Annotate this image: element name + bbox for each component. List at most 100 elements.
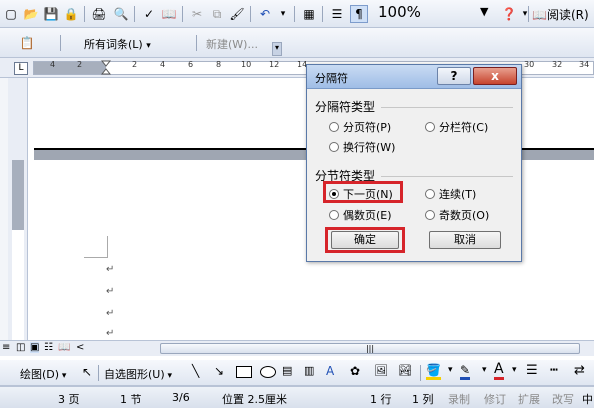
- next-page-option[interactable]: 下一页(N): [329, 186, 393, 202]
- ruler-tick: 10: [241, 60, 252, 69]
- save-icon[interactable]: 💾: [42, 5, 60, 23]
- oval-icon[interactable]: [260, 366, 276, 378]
- ruler-tick: 2: [132, 60, 138, 69]
- separator: [60, 35, 61, 51]
- chevron-down-icon[interactable]: ▾: [448, 365, 453, 375]
- vertical-text-box-icon[interactable]: ▥: [304, 364, 314, 377]
- radio-icon: [329, 142, 339, 152]
- undo-icon[interactable]: ↶: [256, 5, 274, 23]
- autoshapes-button[interactable]: 自选图形(U) ▾: [104, 366, 172, 382]
- chevron-down-icon: ▾: [146, 41, 151, 51]
- cancel-button[interactable]: 取消: [429, 231, 501, 249]
- continuous-option[interactable]: 连续(T): [425, 186, 476, 202]
- diagram-icon[interactable]: ✿: [350, 364, 360, 378]
- tab-selector-icon[interactable]: L: [14, 62, 28, 75]
- ok-button[interactable]: 确定: [331, 231, 399, 249]
- separator: [182, 6, 183, 22]
- margin-corner-mark: [84, 236, 108, 258]
- even-page-option[interactable]: 偶数页(E): [329, 207, 392, 223]
- group-divider: [381, 176, 513, 177]
- scroll-thumb[interactable]: |||: [160, 343, 580, 354]
- draw-menu-button[interactable]: 绘图(D) ▾: [20, 366, 66, 382]
- arrow-style-icon[interactable]: ⇄: [574, 363, 585, 378]
- permission-icon[interactable]: 🔒: [62, 5, 80, 23]
- separator: [98, 365, 99, 381]
- picture-icon[interactable]: 🏞: [398, 364, 412, 377]
- horizontal-scrollbar[interactable]: ≡ ◫ ▣ ☷ 📖 < |||: [0, 340, 594, 356]
- status-record[interactable]: 录制: [448, 391, 470, 407]
- select-pointer-icon[interactable]: ↖: [82, 365, 92, 379]
- columns-icon[interactable]: ☰: [328, 5, 346, 23]
- break-dialog: 分隔符 ? x 分隔符类型 分页符(P) 分栏符(C) 换行符(W) 分节符类型…: [306, 64, 522, 262]
- print-icon[interactable]: 🖨: [90, 5, 108, 23]
- read-button[interactable]: 📖阅读(R): [532, 6, 589, 23]
- wordart-icon[interactable]: A: [326, 364, 334, 378]
- separator: [294, 6, 295, 22]
- chevron-down-icon[interactable]: ▾: [482, 365, 487, 375]
- zoom-select[interactable]: 100% ▼: [374, 3, 494, 23]
- close-button[interactable]: x: [473, 67, 517, 85]
- scroll-left-icon[interactable]: <: [76, 342, 84, 353]
- line-color-icon[interactable]: ✎: [460, 363, 471, 380]
- clip-art-icon[interactable]: 🖼: [374, 364, 388, 377]
- group-divider: [381, 107, 513, 108]
- rectangle-icon[interactable]: [236, 366, 252, 378]
- ruler-tick: 6: [188, 60, 194, 69]
- print-layout-icon[interactable]: ▣: [30, 342, 40, 353]
- autotext-icon[interactable]: 📋: [18, 34, 36, 52]
- web-view-icon[interactable]: ◫: [16, 342, 25, 353]
- read-label: 阅读(R): [546, 8, 589, 22]
- normal-view-icon[interactable]: ≡: [2, 342, 10, 353]
- ruler-tick: 32: [552, 60, 563, 69]
- fill-color-icon[interactable]: 🪣: [426, 363, 441, 380]
- table-icon[interactable]: ▦: [300, 5, 318, 23]
- dash-style-icon[interactable]: ┅: [550, 363, 558, 378]
- break-types-label: 分隔符类型: [315, 100, 376, 114]
- indent-marker-icon[interactable]: [100, 60, 112, 76]
- left-strip: [0, 78, 8, 340]
- status-page: 3 页: [58, 393, 80, 406]
- status-track-changes[interactable]: 修订: [484, 391, 506, 407]
- show-hide-icon[interactable]: ¶: [350, 5, 368, 23]
- open-folder-icon[interactable]: 📂: [22, 5, 40, 23]
- print-preview-icon[interactable]: 🔍: [112, 5, 130, 23]
- vertical-ruler-track: [12, 230, 24, 340]
- line-icon[interactable]: ╲: [192, 364, 199, 378]
- arrow-icon[interactable]: ↘: [214, 364, 224, 378]
- text-wrap-break-option[interactable]: 换行符(W): [329, 139, 395, 155]
- copy-icon[interactable]: ⧉: [208, 5, 226, 23]
- chevron-down-icon: ▾: [164, 371, 173, 381]
- column-break-label: 分栏符(C): [439, 121, 489, 134]
- paragraph-mark-icon: ↵: [106, 328, 115, 339]
- chevron-down-icon[interactable]: ▾: [512, 365, 517, 375]
- status-overtype[interactable]: 改写: [552, 391, 574, 407]
- column-break-option[interactable]: 分栏符(C): [425, 119, 488, 135]
- spelling-icon[interactable]: ✓: [140, 5, 158, 23]
- font-color-icon[interactable]: A: [494, 361, 504, 380]
- new-entry-button[interactable]: 新建(W)...: [206, 36, 258, 52]
- separator: [84, 6, 85, 22]
- reading-view-icon[interactable]: 📖: [58, 342, 70, 353]
- undo-dropdown-icon[interactable]: ▾: [274, 5, 292, 23]
- line-style-icon[interactable]: ☰: [526, 363, 538, 378]
- new-document-icon[interactable]: ▢: [2, 5, 20, 23]
- format-painter-icon[interactable]: 🖌: [228, 5, 246, 23]
- odd-page-option[interactable]: 奇数页(O): [425, 207, 489, 223]
- ruler-tick: 4: [50, 60, 56, 69]
- page-break-option[interactable]: 分页符(P): [329, 119, 391, 135]
- all-entries-button[interactable]: 所有词条(L) ▾: [84, 36, 151, 52]
- cut-icon[interactable]: ✂: [188, 5, 206, 23]
- chevron-down-icon: ▼: [480, 5, 489, 18]
- ruler-margin: [34, 62, 106, 74]
- chevron-down-icon: ▾: [59, 371, 67, 381]
- toolbar-options-icon[interactable]: ▾: [272, 42, 282, 56]
- status-bar: 3 页 1 节 3/6 位置 2.5厘米 1 行 1 列 录制 修订 扩展 改写…: [0, 386, 594, 408]
- dialog-title-bar[interactable]: 分隔符 ? x: [307, 65, 521, 89]
- text-box-icon[interactable]: ▤: [282, 364, 292, 377]
- even-page-label: 偶数页(E): [343, 209, 392, 222]
- outline-view-icon[interactable]: ☷: [44, 342, 53, 353]
- research-icon[interactable]: 📖: [160, 5, 178, 23]
- status-extend[interactable]: 扩展: [518, 391, 540, 407]
- help-button[interactable]: ?: [437, 67, 471, 85]
- status-position: 位置 2.5厘米: [222, 393, 287, 406]
